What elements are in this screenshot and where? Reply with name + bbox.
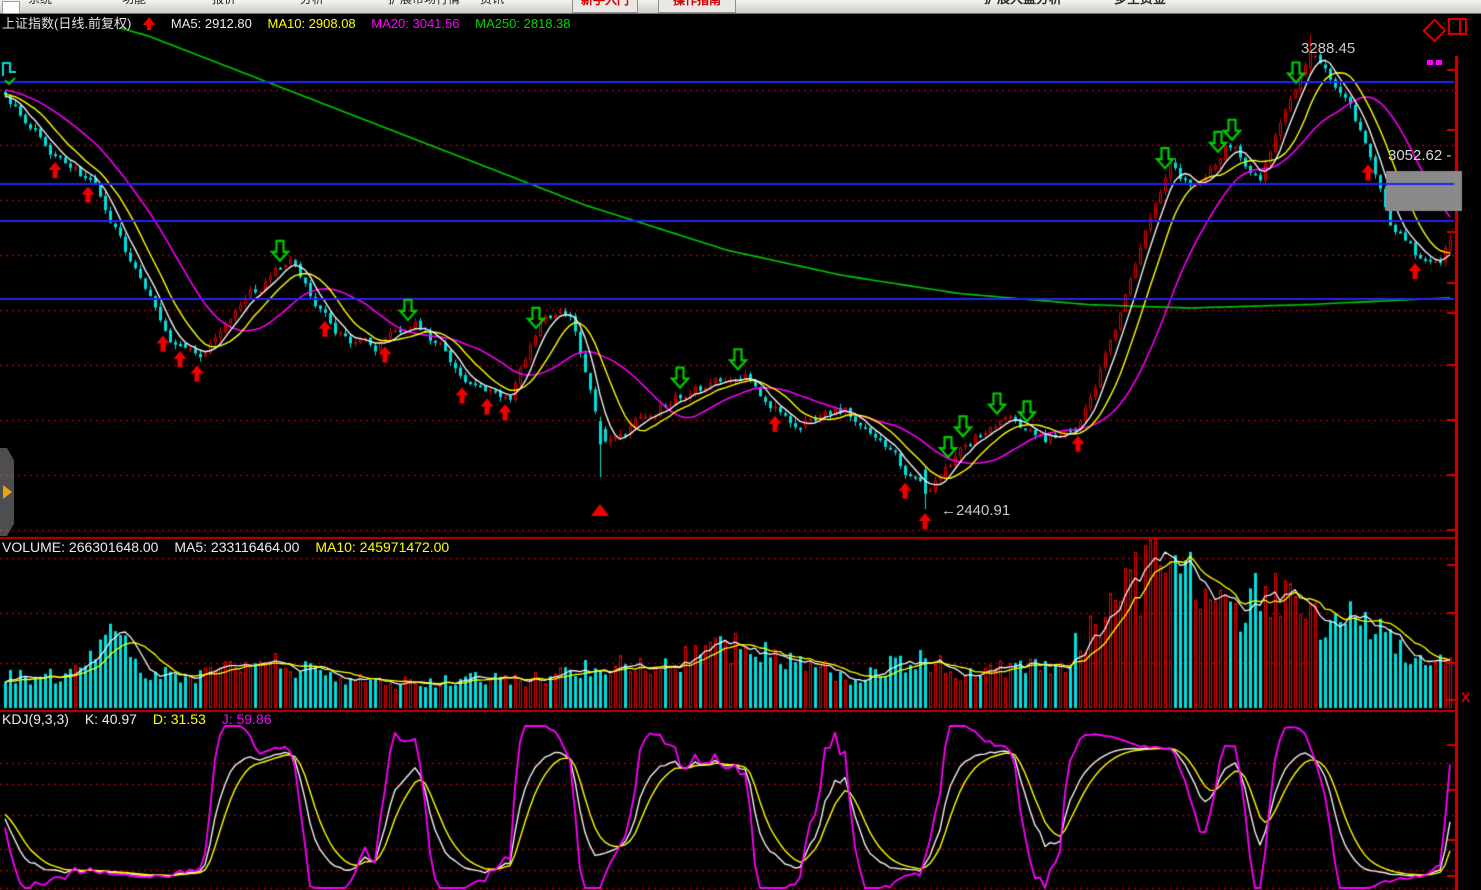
kdj-indicator-row: KDJ(9,3,3) K: 40.97 D: 31.53 J: 59.86 [2,711,284,727]
toolbar-button[interactable]: 新手入门 [572,0,638,13]
toolbar-menu-item[interactable]: 报价 [212,0,236,13]
volume-ma5-label: MA5: 233116464.00 [174,539,299,555]
axis-x-icon[interactable]: X [1461,689,1470,705]
more-dots-icon [1427,52,1445,70]
toolbar-button[interactable]: 操作指南 [658,0,736,13]
toolbar-menu-item[interactable]: 系统 [28,0,52,13]
trading-app-window: 系统 功能 报价 分析 扩展市场行情 资讯 新手入门 操作指南 扩展大盘分析 多空资金 上证指数(… [0,0,1481,890]
split-window-icon[interactable] [1448,18,1467,35]
up-arrow-icon [143,17,155,30]
toolbar-menu-item[interactable]: 扩展市场行情 [388,0,460,13]
volume-indicator-row: VOLUME: 266301648.00 MA5: 233116464.00 M… [2,539,461,555]
toolbar-menu-item[interactable]: 功能 [122,0,146,13]
ma250-label: MA250: 2818.38 [475,16,570,31]
expand-arrow-icon [3,485,12,499]
toolbar-status-label: 多空资金 [1114,0,1166,13]
main-indicator-row: 上证指数(日线.前复权) MA5: 2912.80 MA10: 2908.08 … [2,13,583,32]
kdj-j-label: J: 59.86 [222,711,272,727]
top-toolbar: 系统 功能 报价 分析 扩展市场行情 资讯 新手入门 操作指南 扩展大盘分析 多空资金 [0,0,1481,14]
marked-price-label: 3052.62 - [1388,147,1451,164]
sidebar-expand-handle[interactable] [0,448,14,536]
ma10-label: MA10: 2908.08 [267,16,355,31]
ma20-label: MA20: 3041.56 [371,16,459,31]
trough-price-label: ←2440.91 [941,502,1010,519]
volume-ma10-label: MA10: 245971472.00 [315,539,449,555]
chart-canvas[interactable] [0,0,1481,890]
peak-price-label: 3288.45 [1301,40,1355,57]
ma5-label: MA5: 2912.80 [171,16,252,31]
toolbar-status-label: 扩展大盘分析 [984,0,1062,13]
app-icon[interactable] [2,1,20,14]
kdj-k-label: K: 40.97 [85,711,137,727]
chart-title: 上证指数(日线.前复权) [2,16,131,31]
toolbar-menu-item[interactable]: 资讯 [480,0,504,13]
kdj-name-label: KDJ(9,3,3) [2,711,69,727]
kdj-d-label: D: 31.53 [153,711,206,727]
volume-label: VOLUME: 266301648.00 [2,539,158,555]
toolbar-menu-item[interactable]: 分析 [300,0,324,13]
